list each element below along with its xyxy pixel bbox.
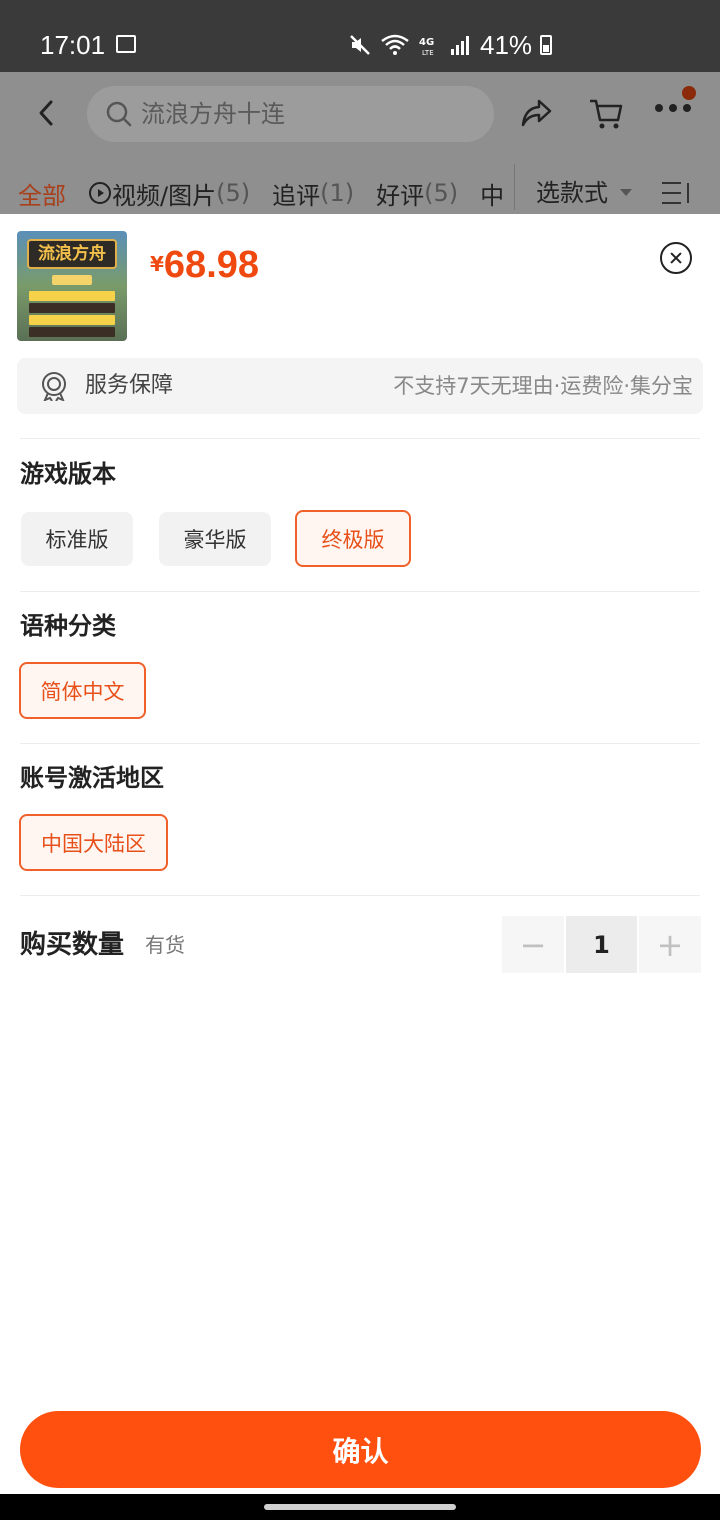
more-icon[interactable] (655, 104, 691, 112)
service-detail: 不支持7天无理由·运费险·集分宝 (393, 374, 693, 398)
mute-icon (350, 35, 370, 55)
cart-icon[interactable] (588, 96, 624, 132)
navigation-bar (0, 1494, 720, 1520)
badge-icon (42, 372, 66, 401)
divider (20, 895, 700, 896)
option-mainland-china[interactable]: 中国大陆区 (19, 814, 168, 871)
search-text: 流浪方舟十连 (141, 100, 285, 128)
status-icons: 4G LTE 41% (348, 29, 553, 60)
battery-icon (540, 35, 553, 55)
divider (20, 743, 700, 744)
status-bar: 17:01 4G LTE 41% (0, 0, 720, 72)
review-tabs: 全部 视频/图片 (5) 追评 (1) 好评 (5) 中 (18, 176, 526, 210)
price-currency: ¥ (150, 252, 164, 276)
divider (20, 591, 700, 592)
svg-text:LTE: LTE (422, 49, 434, 57)
tab-positive[interactable]: 好评 (5) (376, 176, 458, 211)
plus-button[interactable]: + (639, 916, 701, 973)
section-title-activation-region: 账号激活地区 (20, 764, 164, 792)
tab-all[interactable]: 全部 (18, 176, 66, 211)
option-standard-edition[interactable]: 标准版 (21, 512, 133, 566)
search-input[interactable]: 流浪方舟十连 (87, 86, 494, 142)
share-icon[interactable] (519, 96, 553, 130)
tab-divider (514, 164, 515, 210)
search-icon (106, 101, 132, 127)
option-simplified-chinese[interactable]: 简体中文 (19, 662, 146, 719)
play-icon (89, 182, 111, 204)
chevron-down-icon (620, 189, 632, 196)
tab-neutral[interactable]: 中 (480, 176, 504, 211)
option-ultimate-edition[interactable]: 终极版 (295, 510, 411, 567)
option-deluxe-edition[interactable]: 豪华版 (159, 512, 271, 566)
product-thumbnail[interactable]: 流浪方舟 (17, 231, 127, 341)
svg-text:4G: 4G (419, 37, 434, 48)
close-icon[interactable] (660, 242, 692, 274)
signal-icon (451, 36, 469, 55)
product-thumbnail-title: 流浪方舟 (27, 239, 117, 269)
home-indicator[interactable] (264, 1504, 456, 1510)
service-label: 服务保障 (85, 373, 174, 398)
4g-lte-icon: 4GLTE (419, 37, 434, 57)
wifi-icon (381, 34, 409, 55)
status-time: 17:01 (40, 30, 106, 60)
section-title-game-version: 游戏版本 (20, 460, 116, 488)
quantity-stepper: − 1 + (502, 916, 701, 973)
select-style-dropdown[interactable]: 选款式 (536, 176, 608, 210)
sku-sheet: 流浪方舟 ¥68.98 服务保障 不支持7天无理由·运费险·集分宝 游戏版本 标… (0, 214, 720, 1494)
quantity-value[interactable]: 1 (566, 916, 637, 973)
quantity-label: 购买数量 (20, 930, 125, 960)
divider (20, 438, 700, 439)
tab-video-photo[interactable]: 视频/图片 (5) (88, 176, 250, 211)
image-icon (116, 35, 136, 53)
notification-dot (682, 86, 696, 100)
confirm-button[interactable]: 确认 (20, 1411, 701, 1488)
product-price: ¥68.98 (150, 244, 259, 287)
minus-button[interactable]: − (502, 916, 564, 973)
tab-follow-up[interactable]: 追评 (1) (272, 176, 354, 211)
filter-icon[interactable] (661, 180, 693, 206)
back-icon[interactable] (30, 96, 64, 130)
price-value: 68.98 (163, 244, 260, 286)
stock-status: 有货 (145, 933, 185, 957)
battery-percent: 41% (480, 29, 533, 60)
section-title-language: 语种分类 (20, 612, 116, 640)
service-guarantee-row[interactable]: 服务保障 不支持7天无理由·运费险·集分宝 (17, 358, 703, 414)
